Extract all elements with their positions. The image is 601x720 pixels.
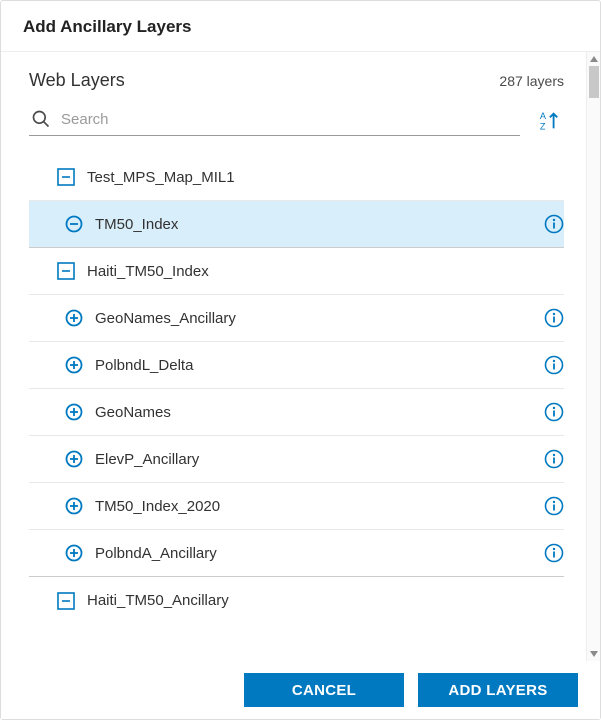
collapse-icon[interactable] (57, 592, 75, 610)
layer-group-header[interactable]: Test_MPS_Map_MIL1 (29, 154, 564, 201)
layer-item[interactable]: PolbndL_Delta (29, 342, 564, 389)
search-icon (31, 109, 51, 129)
dialog-body: Web Layers 287 layers A Z (1, 52, 586, 661)
info-icon[interactable] (544, 402, 564, 422)
info-icon[interactable] (544, 543, 564, 563)
dialog-footer: CANCEL ADD LAYERS (1, 661, 600, 719)
svg-text:Z: Z (540, 121, 546, 131)
layer-label: PolbndL_Delta (95, 357, 193, 374)
dialog-title: Add Ancillary Layers (1, 1, 600, 52)
layer-group-header[interactable]: Haiti_TM50_Ancillary (29, 577, 564, 624)
info-icon[interactable] (544, 308, 564, 328)
search-box[interactable] (29, 105, 520, 136)
search-input[interactable] (61, 111, 518, 128)
sort-az-button[interactable]: A Z (534, 106, 564, 136)
add-layer-icon[interactable] (65, 450, 83, 468)
search-row: A Z (1, 95, 586, 136)
group-label: Haiti_TM50_Index (87, 263, 209, 280)
scrollbar-thumb[interactable] (589, 66, 599, 98)
add-layer-icon[interactable] (65, 356, 83, 374)
layer-item[interactable]: PolbndA_Ancillary (29, 530, 564, 577)
remove-layer-icon[interactable] (65, 215, 83, 233)
info-icon[interactable] (544, 355, 564, 375)
section-title: Web Layers (29, 70, 125, 91)
layer-item[interactable]: GeoNames_Ancillary (29, 295, 564, 342)
info-icon[interactable] (544, 449, 564, 469)
dialog-body-wrap: Web Layers 287 layers A Z (1, 52, 600, 661)
section-header-row: Web Layers 287 layers (1, 70, 586, 95)
scrollbar-track[interactable] (586, 52, 600, 661)
collapse-icon[interactable] (57, 262, 75, 280)
layer-label: GeoNames_Ancillary (95, 310, 236, 327)
layer-label: TM50_Index (95, 216, 178, 233)
layer-item[interactable]: GeoNames (29, 389, 564, 436)
collapse-icon[interactable] (57, 168, 75, 186)
group-label: Haiti_TM50_Ancillary (87, 592, 229, 609)
svg-text:A: A (540, 111, 547, 121)
layer-label: ElevP_Ancillary (95, 451, 199, 468)
layer-group-header[interactable]: Haiti_TM50_Index (29, 248, 564, 295)
scroll-up-arrow-icon[interactable] (587, 52, 600, 66)
layer-label: GeoNames (95, 404, 171, 421)
add-ancillary-layers-dialog: Add Ancillary Layers Web Layers 287 laye… (0, 0, 601, 720)
group-label: Test_MPS_Map_MIL1 (87, 169, 235, 186)
layer-label: PolbndA_Ancillary (95, 545, 217, 562)
layer-label: TM50_Index_2020 (95, 498, 220, 515)
layer-item[interactable]: ElevP_Ancillary (29, 436, 564, 483)
info-icon[interactable] (544, 496, 564, 516)
layer-item[interactable]: TM50_Index (29, 201, 564, 248)
scroll-down-arrow-icon[interactable] (587, 647, 600, 661)
layer-item[interactable]: TM50_Index_2020 (29, 483, 564, 530)
layers-list: Test_MPS_Map_MIL1 TM50_Index (1, 136, 586, 624)
add-layer-icon[interactable] (65, 544, 83, 562)
add-layer-icon[interactable] (65, 497, 83, 515)
add-layers-button[interactable]: ADD LAYERS (418, 673, 578, 707)
add-layer-icon[interactable] (65, 403, 83, 421)
info-icon[interactable] (544, 214, 564, 234)
layer-count-label: 287 layers (499, 73, 564, 89)
cancel-button[interactable]: CANCEL (244, 673, 404, 707)
add-layer-icon[interactable] (65, 309, 83, 327)
